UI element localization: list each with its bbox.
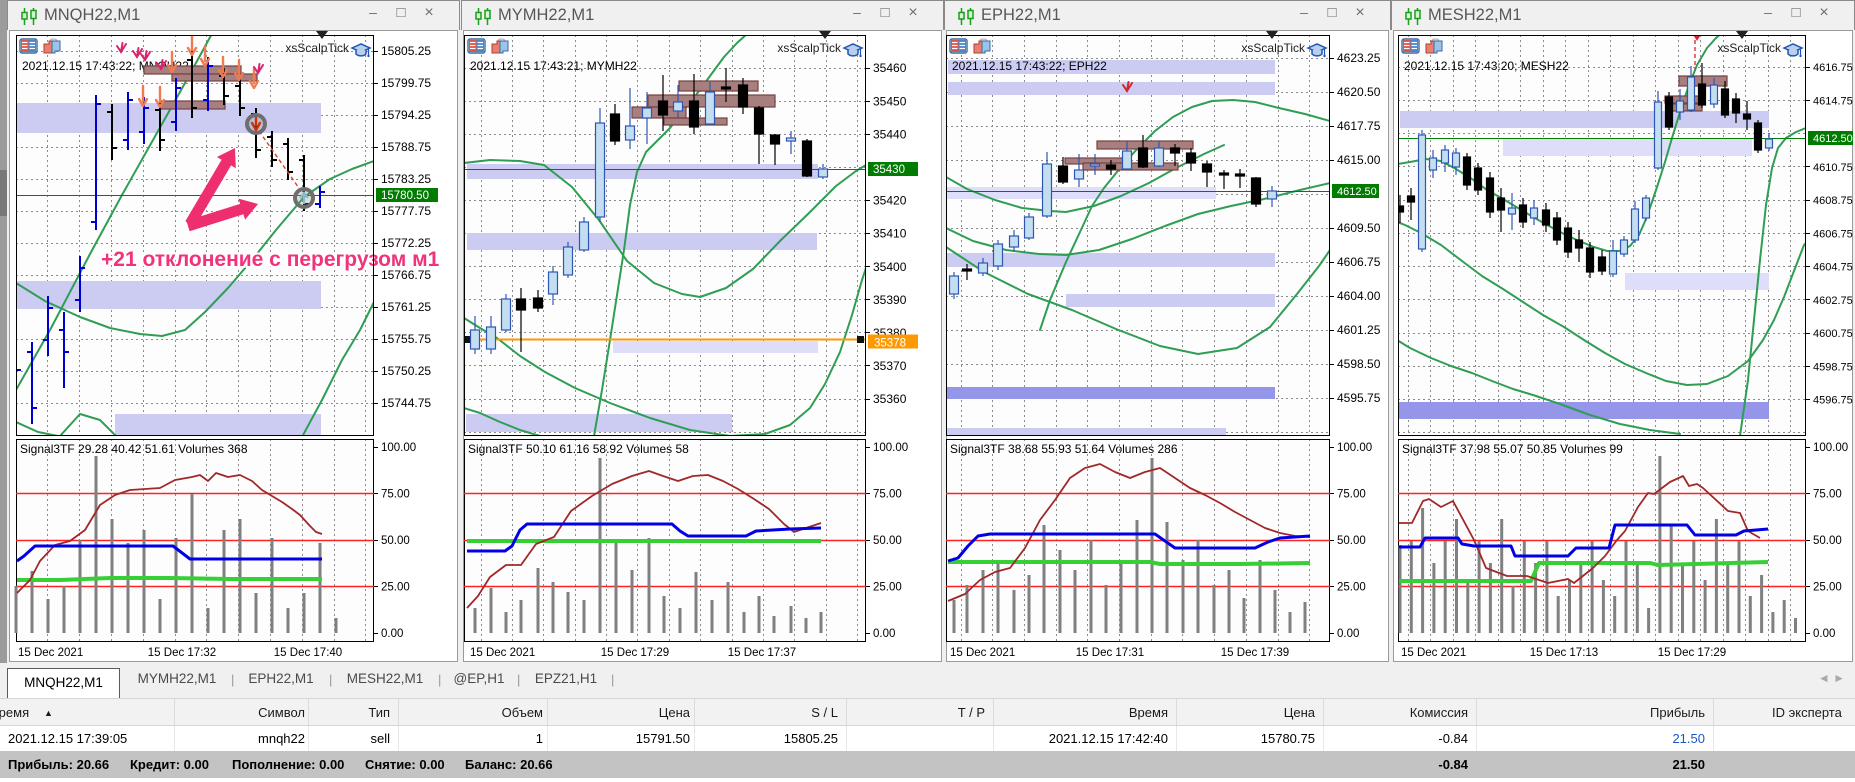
svg-text:15780.50: 15780.50 [381,190,429,202]
svg-text:75.00: 75.00 [1813,489,1842,501]
svg-text:15750.25: 15750.25 [381,364,431,378]
svg-text:50.00: 50.00 [1813,535,1842,547]
svg-text:4604.00: 4604.00 [1337,289,1381,303]
svg-text:35390: 35390 [873,293,907,307]
svg-text:15 Dec 17:32: 15 Dec 17:32 [148,647,216,659]
svg-text:15 Dec 2021: 15 Dec 2021 [1401,647,1466,659]
svg-text:0.00: 0.00 [1337,628,1359,640]
svg-text:15794.25: 15794.25 [381,108,431,122]
svg-text:4598.50: 4598.50 [1337,357,1381,371]
svg-text:2021.12.15 17:43:20; MESH22: 2021.12.15 17:43:20; MESH22 [1404,59,1569,73]
svg-text:25.00: 25.00 [1337,582,1366,594]
svg-text:35370: 35370 [873,359,907,373]
svg-text:15 Dec 2021: 15 Dec 2021 [18,647,83,659]
svg-text:25.00: 25.00 [381,582,410,594]
svg-text:15766.75: 15766.75 [381,268,431,282]
svg-text:35378: 35378 [874,338,906,350]
svg-text:15755.75: 15755.75 [381,332,431,346]
svg-text:15 Dec 2021: 15 Dec 2021 [470,647,535,659]
svg-text:35360: 35360 [873,392,907,406]
svg-text:0.00: 0.00 [1813,628,1835,640]
svg-text:4614.75: 4614.75 [1813,96,1853,108]
svg-text:15799.75: 15799.75 [381,76,431,90]
svg-text:4600.75: 4600.75 [1813,328,1853,340]
svg-text:4615.00: 4615.00 [1337,153,1381,167]
svg-text:4623.25: 4623.25 [1337,51,1381,65]
svg-text:4608.75: 4608.75 [1813,195,1853,207]
svg-text:4596.75: 4596.75 [1813,395,1853,407]
svg-text:15772.25: 15772.25 [381,236,431,250]
svg-text:xsScalpTick: xsScalpTick [777,41,842,55]
svg-text:35450: 35450 [873,94,907,108]
svg-text:35430: 35430 [873,164,905,176]
svg-text:0.00: 0.00 [873,628,895,640]
svg-text:4612.50: 4612.50 [1813,133,1853,145]
svg-text:50.00: 50.00 [1337,535,1366,547]
svg-text:75.00: 75.00 [873,489,902,501]
svg-text:Signal3TF 50.10 61.16 58.92 Vo: Signal3TF 50.10 61.16 58.92 Volumes 58 [468,442,689,456]
svg-text:4610.75: 4610.75 [1813,162,1853,174]
svg-text:2021.12.15 17:43:22; EPH22: 2021.12.15 17:43:22; EPH22 [952,59,1107,73]
svg-text:4620.50: 4620.50 [1337,85,1381,99]
svg-text:75.00: 75.00 [381,489,410,501]
svg-text:35440: 35440 [873,127,907,141]
svg-text:100.00: 100.00 [873,442,908,454]
svg-text:xsScalpTick: xsScalpTick [285,41,350,55]
svg-text:4606.75: 4606.75 [1813,228,1853,240]
svg-text:15788.75: 15788.75 [381,140,431,154]
svg-text:4617.75: 4617.75 [1337,119,1381,133]
svg-text:15 Dec 17:39: 15 Dec 17:39 [1221,647,1289,659]
svg-text:15761.25: 15761.25 [381,300,431,314]
svg-text:xsScalpTick: xsScalpTick [1717,41,1782,55]
svg-text:4602.75: 4602.75 [1813,295,1853,307]
svg-text:75.00: 75.00 [1337,489,1366,501]
svg-text:4612.50: 4612.50 [1337,186,1377,198]
svg-text:15 Dec 17:37: 15 Dec 17:37 [728,647,796,659]
svg-text:0.00: 0.00 [381,628,403,640]
svg-text:100.00: 100.00 [381,442,416,454]
svg-text:35410: 35410 [873,227,907,241]
svg-text:4598.75: 4598.75 [1813,361,1853,373]
svg-text:xsScalpTick: xsScalpTick [1241,41,1306,55]
svg-text:4609.50: 4609.50 [1337,221,1381,235]
svg-text:100.00: 100.00 [1337,442,1372,454]
svg-text:15783.25: 15783.25 [381,172,431,186]
svg-text:4595.75: 4595.75 [1337,391,1381,405]
svg-text:4606.75: 4606.75 [1337,255,1381,269]
svg-text:100.00: 100.00 [1813,442,1848,454]
svg-text:15 Dec 17:31: 15 Dec 17:31 [1076,647,1144,659]
svg-text:15744.75: 15744.75 [381,396,431,410]
svg-text:15777.75: 15777.75 [381,204,431,218]
svg-text:50.00: 50.00 [873,535,902,547]
svg-text:25.00: 25.00 [1813,582,1842,594]
svg-text:15 Dec 17:13: 15 Dec 17:13 [1530,647,1598,659]
svg-text:Signal3TF 37.98 55.07 50.85 Vo: Signal3TF 37.98 55.07 50.85 Volumes 99 [1402,442,1623,456]
svg-text:4604.75: 4604.75 [1813,262,1853,274]
svg-text:4601.25: 4601.25 [1337,323,1381,337]
svg-text:15 Dec 2021: 15 Dec 2021 [950,647,1015,659]
svg-text:25.00: 25.00 [873,582,902,594]
svg-text:15 Dec 17:40: 15 Dec 17:40 [274,647,342,659]
svg-text:Signal3TF 29.28 40.42 51.61 Vo: Signal3TF 29.28 40.42 51.61 Volumes 368 [20,442,248,456]
svg-text:2021.12.15 17:43:21; MYMH22: 2021.12.15 17:43:21; MYMH22 [470,59,637,73]
svg-text:15 Dec 17:29: 15 Dec 17:29 [601,647,669,659]
svg-text:4616.75: 4616.75 [1813,62,1853,74]
svg-text:35400: 35400 [873,260,907,274]
svg-text:50.00: 50.00 [381,535,410,547]
svg-text:15 Dec 17:29: 15 Dec 17:29 [1658,647,1726,659]
svg-text:35460: 35460 [873,61,907,75]
svg-text:Signal3TF 38.68 55.93 51.64 Vo: Signal3TF 38.68 55.93 51.64 Volumes 286 [950,442,1178,456]
svg-text:15805.25: 15805.25 [381,44,431,58]
svg-text:35420: 35420 [873,194,907,208]
